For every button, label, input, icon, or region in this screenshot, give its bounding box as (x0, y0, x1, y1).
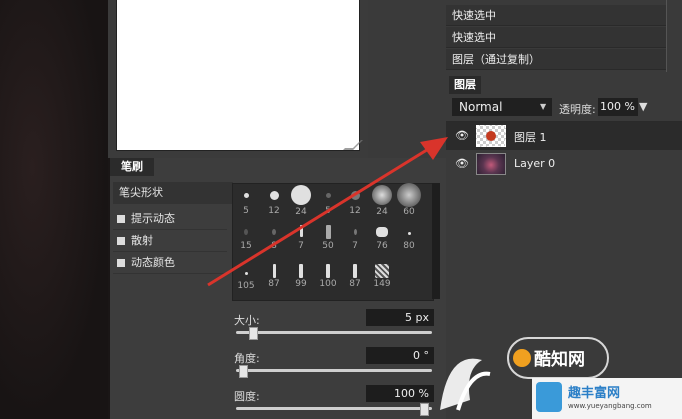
watermark-logo-text: 酷知网 (534, 350, 585, 370)
site-name: 趣丰富网 (568, 386, 621, 401)
site-url: www.yueyangbang.com (568, 402, 652, 410)
site-watermark: 趣丰富网 www.yueyangbang.com (532, 378, 682, 419)
wifi-icon (536, 382, 562, 412)
